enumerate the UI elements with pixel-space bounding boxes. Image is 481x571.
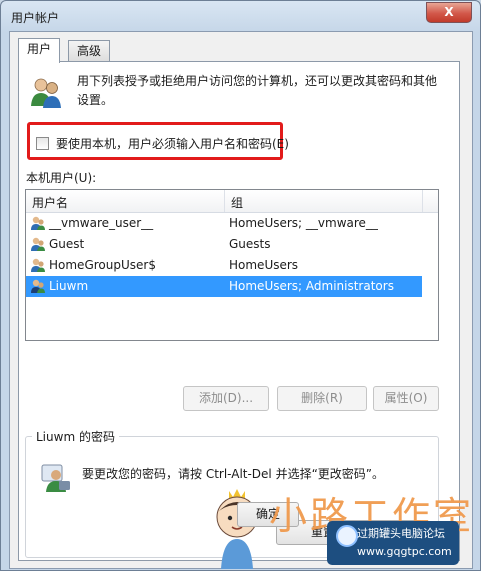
cell-username: Guest: [49, 237, 85, 251]
table-row[interactable]: __vmware_user__ HomeUsers; __vmware__: [26, 213, 422, 234]
close-button[interactable]: X: [426, 2, 472, 23]
tab-advanced[interactable]: 高级: [68, 40, 111, 62]
table-row[interactable]: Guest Guests: [26, 234, 422, 255]
table-row[interactable]: HomeGroupUser$ HomeUsers: [26, 255, 422, 276]
window-title: 用户帐户: [11, 11, 60, 25]
user-icon: [31, 258, 45, 272]
require-login-checkbox[interactable]: [36, 137, 49, 150]
add-user-button[interactable]: 添加(D)...: [183, 386, 269, 411]
forum-url: www.gqgtpc.com: [357, 545, 452, 558]
password-instructions: 要更改您的密码，请按 Ctrl-Alt-Del 并选择“更改密码”。: [82, 467, 385, 481]
user-icon: [31, 237, 45, 251]
title-bar: 用户帐户 X: [1, 1, 480, 31]
cell-username: HomeGroupUser$: [49, 258, 156, 272]
user-icon: [31, 216, 45, 230]
require-login-label[interactable]: 要使用本机，用户必须输入用户名和密码(E): [56, 135, 289, 152]
column-header-group[interactable]: 组: [231, 194, 243, 211]
forum-name: 过期罐头电脑论坛: [357, 527, 445, 540]
users-icon: [31, 78, 61, 108]
users-list-label: 本机用户(U):: [26, 171, 97, 185]
properties-button[interactable]: 属性(O): [373, 386, 439, 411]
mascot-image: [216, 489, 258, 569]
password-group-title: Liuwm 的密码: [32, 428, 119, 445]
cell-username: __vmware_user__: [49, 216, 154, 230]
user-icon: [31, 279, 45, 293]
cell-group: HomeUsers; Administrators: [229, 279, 394, 293]
tab-users[interactable]: 用户: [18, 38, 61, 63]
users-listview[interactable]: 用户名 组 __vmware_user__ HomeUsers; __vmwar…: [25, 189, 439, 341]
cell-group: HomeUsers; __vmware__: [229, 216, 378, 230]
column-separator[interactable]: [224, 190, 225, 212]
cell-username: Liuwm: [49, 279, 89, 293]
column-header-username[interactable]: 用户名: [32, 194, 68, 211]
cell-group: HomeUsers: [229, 258, 299, 272]
remove-user-button[interactable]: 删除(R): [277, 386, 367, 411]
user-accounts-window: 用户帐户 X 用户 高级 用下列表授予或拒绝用户访问您的计算机，还可以更改其密码…: [0, 0, 481, 571]
intro-text: 用下列表授予或拒绝用户访问您的计算机，还可以更改其密码和其他设置。: [77, 74, 438, 107]
column-separator[interactable]: [422, 190, 423, 212]
listview-header: 用户名 组: [26, 190, 438, 213]
table-row-selected[interactable]: Liuwm HomeUsers; Administrators: [26, 276, 422, 297]
forum-logo-icon: [336, 525, 358, 547]
user-password-icon: [41, 464, 70, 492]
cell-group: Guests: [229, 237, 271, 251]
